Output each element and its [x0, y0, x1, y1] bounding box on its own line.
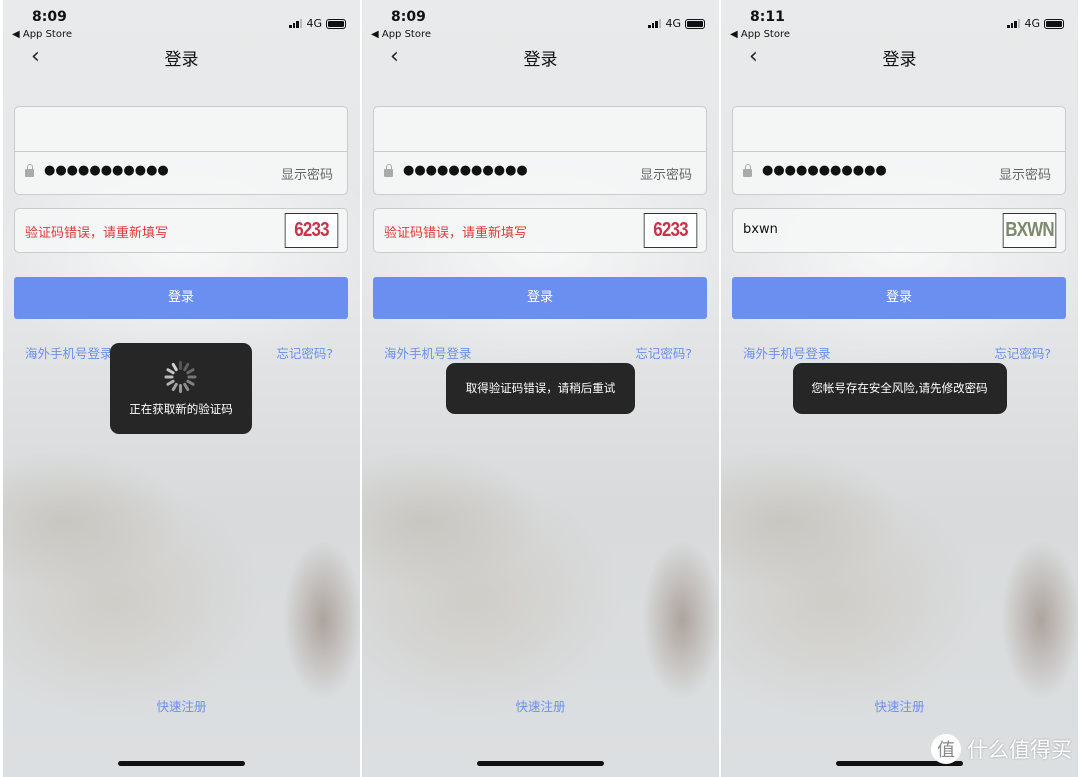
- network-type: 4G: [306, 17, 322, 30]
- back-to-app-store[interactable]: ◀ App Store: [730, 29, 790, 40]
- overseas-phone-login-link[interactable]: 海外手机号登录: [384, 343, 472, 362]
- status-indicators: 4G: [648, 17, 705, 30]
- captcha-image[interactable]: 6233: [643, 213, 698, 248]
- login-form: ●●●●●●●●●●● 显示密码: [732, 106, 1066, 195]
- login-button[interactable]: 登录: [373, 277, 707, 319]
- captcha-image[interactable]: BXWN: [1002, 213, 1057, 248]
- captcha-field[interactable]: 验证码错误，请重新填写 6233: [373, 208, 707, 253]
- toast-text: 您帐号存在安全风险,请先修改密码: [811, 381, 988, 395]
- toast: 您帐号存在安全风险,请先修改密码: [792, 363, 1007, 414]
- signal-icon: [289, 19, 303, 28]
- captcha-field[interactable]: bxwn BXWN: [732, 208, 1066, 253]
- captcha-input[interactable]: 验证码错误，请重新填写: [384, 222, 527, 241]
- captcha-field[interactable]: 验证码错误，请重新填写 6233: [14, 208, 348, 253]
- overseas-phone-login-link[interactable]: 海外手机号登录: [25, 343, 113, 362]
- forgot-password-link[interactable]: 忘记密码?: [994, 343, 1051, 362]
- signal-icon: [1007, 19, 1021, 28]
- quick-register-link[interactable]: 快速注册: [3, 696, 360, 715]
- password-input[interactable]: ●●●●●●●●●●●: [762, 163, 887, 178]
- toast-text: 正在获取新的验证码: [129, 402, 233, 416]
- back-to-app-store[interactable]: ◀ App Store: [371, 29, 431, 40]
- home-indicator[interactable]: [118, 761, 245, 766]
- password-input[interactable]: ●●●●●●●●●●●: [44, 163, 169, 178]
- account-input[interactable]: [733, 107, 1065, 151]
- account-input[interactable]: [374, 107, 706, 151]
- watermark-logo: 值: [931, 734, 961, 764]
- lock-icon: [384, 164, 393, 177]
- status-time: 8:09: [32, 9, 67, 25]
- forgot-password-link[interactable]: 忘记密码?: [635, 343, 692, 362]
- network-type: 4G: [665, 17, 681, 30]
- watermark-text: 什么值得买: [967, 738, 1072, 762]
- overseas-phone-login-link[interactable]: 海外手机号登录: [743, 343, 831, 362]
- phone-screen: 8:09 ◀ App Store 4G ‹ 登录 ●●●●●●●●●●● 显示密…: [3, 0, 360, 777]
- toast: 正在获取新的验证码: [110, 343, 252, 434]
- quick-register-link[interactable]: 快速注册: [362, 696, 719, 715]
- captcha-input[interactable]: bxwn: [743, 222, 778, 237]
- battery-icon: [685, 18, 705, 29]
- password-input[interactable]: ●●●●●●●●●●●: [403, 163, 528, 178]
- watermark: 值 什么值得买: [931, 734, 1072, 764]
- status-time: 8:09: [391, 9, 426, 25]
- show-password-button[interactable]: 显示密码: [999, 164, 1051, 183]
- network-type: 4G: [1024, 17, 1040, 30]
- divider: [374, 151, 706, 152]
- forgot-password-link[interactable]: 忘记密码?: [276, 343, 333, 362]
- lock-icon: [743, 164, 752, 177]
- login-form: ●●●●●●●●●●● 显示密码: [373, 106, 707, 195]
- phone-screen: 8:11 ◀ App Store 4G ‹ 登录 ●●●●●●●●●●● 显示密…: [721, 0, 1078, 777]
- page-title: 登录: [882, 50, 917, 70]
- lock-icon: [25, 164, 34, 177]
- account-input[interactable]: [15, 107, 347, 151]
- status-indicators: 4G: [1007, 17, 1064, 30]
- battery-icon: [326, 18, 346, 29]
- home-indicator[interactable]: [477, 761, 604, 766]
- phone-screen: 8:09 ◀ App Store 4G ‹ 登录 ●●●●●●●●●●● 显示密…: [362, 0, 719, 777]
- captcha-input[interactable]: 验证码错误，请重新填写: [25, 222, 168, 241]
- page-title: 登录: [164, 50, 199, 70]
- status-indicators: 4G: [289, 17, 346, 30]
- divider: [15, 151, 347, 152]
- page-title: 登录: [523, 50, 558, 70]
- toast: 取得验证码错误，请稍后重试: [446, 363, 635, 414]
- toast-text: 取得验证码错误，请稍后重试: [465, 381, 616, 395]
- login-button[interactable]: 登录: [732, 277, 1066, 319]
- back-to-app-store[interactable]: ◀ App Store: [12, 29, 72, 40]
- quick-register-link[interactable]: 快速注册: [721, 696, 1078, 715]
- status-time: 8:11: [750, 9, 785, 25]
- login-form: ●●●●●●●●●●● 显示密码: [14, 106, 348, 195]
- captcha-image[interactable]: 6233: [284, 213, 339, 248]
- login-button[interactable]: 登录: [14, 277, 348, 319]
- signal-icon: [648, 19, 662, 28]
- divider: [733, 151, 1065, 152]
- loading-spinner-icon: [164, 361, 197, 393]
- show-password-button[interactable]: 显示密码: [281, 164, 333, 183]
- battery-icon: [1044, 18, 1064, 29]
- show-password-button[interactable]: 显示密码: [640, 164, 692, 183]
